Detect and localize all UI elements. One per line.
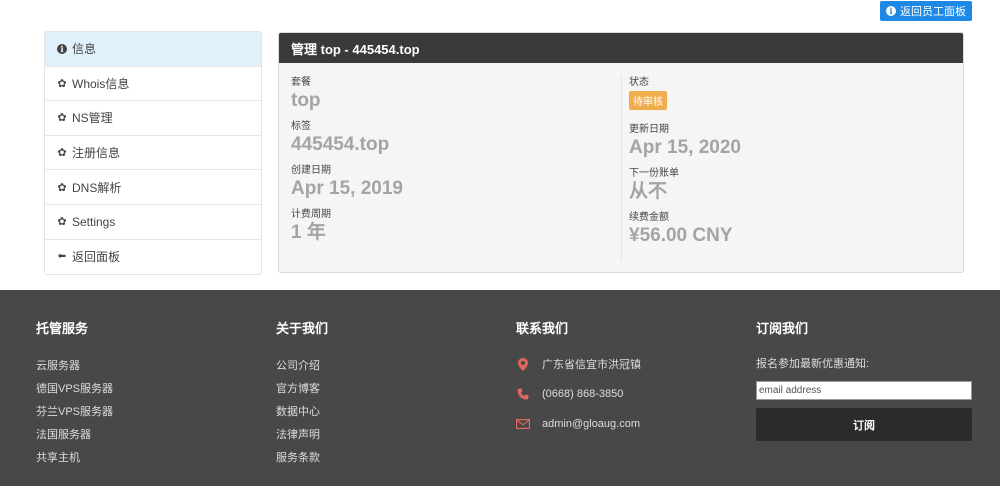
- sidebar-item-label: 注册信息: [72, 146, 121, 161]
- envelope-icon: [516, 419, 530, 429]
- footer-link-finland-vps[interactable]: 芬兰VPS服务器: [36, 401, 113, 424]
- panel-body: 套餐 top 标签 445454.top 创建日期 Apr 15, 2019 计…: [279, 63, 963, 272]
- sidebar-item-dns[interactable]: ✿ DNS解析: [45, 170, 261, 205]
- footer-link-france-server[interactable]: 法国服务器: [36, 424, 113, 447]
- map-marker-icon: [516, 357, 530, 371]
- sidebar-item-label: 信息: [72, 42, 97, 57]
- sidebar: i 信息 ✿ Whois信息 ✿ NS管理 ✿ 注册信息 ✿ DNS解析 ✿ S…: [44, 31, 262, 276]
- sidebar-item-label: 返回面板: [72, 250, 121, 265]
- sidebar-item-info[interactable]: i 信息: [45, 32, 261, 67]
- footer-link-germany-vps[interactable]: 德国VPS服务器: [36, 378, 113, 401]
- status-label: 状态: [629, 77, 649, 88]
- footer-link-datacenter[interactable]: 数据中心: [276, 401, 328, 424]
- arrow-left-icon: ⬅: [57, 251, 67, 263]
- phone-icon: [516, 388, 530, 400]
- billing-cycle-label: 计费周期: [291, 209, 331, 220]
- next-invoice-label: 下一份账单: [629, 168, 679, 179]
- footer-link-cloud-server[interactable]: 云服务器: [36, 355, 113, 378]
- panel-title: 管理 top - 445454.top: [279, 33, 963, 63]
- footer-link-shared-hosting[interactable]: 共享主机: [36, 447, 113, 470]
- billing-cycle-value: 1 年: [291, 222, 326, 243]
- contact-email[interactable]: admin@gloaug.com: [516, 409, 641, 439]
- sidebar-item-ns-management[interactable]: ✿ NS管理: [45, 101, 261, 136]
- back-to-staff-panel-label: 返回员工面板: [900, 6, 966, 18]
- sidebar-item-label: NS管理: [72, 111, 113, 126]
- domain-overview-panel: 管理 top - 445454.top 套餐 top 标签 445454.top…: [278, 32, 964, 273]
- footer-about-title: 关于我们: [276, 321, 329, 336]
- contact-address: 广东省信宜市洪冠镇: [516, 349, 641, 379]
- renewal-amount-label: 续费金额: [629, 212, 669, 223]
- footer-contact-title: 联系我们: [516, 321, 569, 336]
- gear-icon: ✿: [57, 216, 67, 229]
- footer-link-terms[interactable]: 服务条款: [276, 447, 328, 470]
- contact-phone-text: (0668) 868-3850: [542, 388, 624, 400]
- sidebar-item-label: Whois信息: [72, 76, 130, 91]
- contact-address-text: 广东省信宜市洪冠镇: [542, 359, 641, 371]
- tag-label: 标签: [291, 121, 311, 132]
- sidebar-item-label: DNS解析: [72, 180, 122, 195]
- tag-value: 445454.top: [291, 134, 390, 155]
- sidebar-item-settings[interactable]: ✿ Settings: [45, 205, 261, 240]
- footer-link-company[interactable]: 公司介绍: [276, 355, 328, 378]
- footer-about: 关于我们 公司介绍 官方博客 数据中心 法律声明 服务条款: [276, 318, 328, 470]
- footer-link-blog[interactable]: 官方博客: [276, 378, 328, 401]
- gear-icon: ✿: [57, 77, 67, 90]
- footer-hosting-title: 托管服务: [36, 321, 89, 336]
- contact-email-text[interactable]: admin@gloaug.com: [542, 418, 640, 430]
- gear-icon: ✿: [57, 112, 67, 125]
- footer-contact: 联系我们 广东省信宜市洪冠镇 (0668) 868-3850 admin@glo…: [516, 318, 641, 439]
- renewal-amount-value: ¥56.00 CNY: [629, 225, 733, 246]
- update-date-label: 更新日期: [629, 124, 669, 135]
- contact-phone: (0668) 868-3850: [516, 379, 641, 409]
- footer-link-legal[interactable]: 法律声明: [276, 424, 328, 447]
- footer-subscribe-title: 订阅我们: [756, 321, 809, 336]
- email-input[interactable]: [756, 381, 972, 400]
- info-icon: i: [886, 6, 896, 16]
- package-label: 套餐: [291, 77, 311, 88]
- back-to-staff-panel-button[interactable]: i 返回员工面板: [880, 1, 972, 21]
- gear-icon: ✿: [57, 147, 67, 160]
- sidebar-item-whois[interactable]: ✿ Whois信息: [45, 67, 261, 102]
- created-date-label: 创建日期: [291, 165, 331, 176]
- package-value: top: [291, 90, 321, 111]
- subscribe-description: 报名参加最新优惠通知:: [756, 358, 870, 370]
- status-badge: 待审核: [629, 91, 667, 110]
- created-date-value: Apr 15, 2019: [291, 178, 403, 199]
- footer: 托管服务 云服务器 德国VPS服务器 芬兰VPS服务器 法国服务器 共享主机 关…: [0, 290, 1000, 486]
- gear-icon: ✿: [57, 181, 67, 194]
- info-column-left: 套餐 top 标签 445454.top 创建日期 Apr 15, 2019 计…: [291, 69, 621, 245]
- info-icon: i: [57, 43, 67, 54]
- update-date-value: Apr 15, 2020: [629, 137, 741, 158]
- column-divider: [621, 75, 622, 261]
- subscribe-button[interactable]: 订阅: [756, 408, 972, 441]
- sidebar-item-registration-info[interactable]: ✿ 注册信息: [45, 136, 261, 171]
- footer-hosting: 托管服务 云服务器 德国VPS服务器 芬兰VPS服务器 法国服务器 共享主机: [36, 318, 113, 470]
- next-invoice-value: 从不: [629, 181, 668, 202]
- footer-subscribe: 订阅我们 报名参加最新优惠通知: 订阅: [756, 318, 972, 441]
- sidebar-item-back[interactable]: ⬅ 返回面板: [45, 240, 261, 275]
- sidebar-item-label: Settings: [72, 214, 116, 229]
- info-column-right: 状态 待审核 更新日期 Apr 15, 2020 下一份账单 从不 续费金额 ¥…: [629, 69, 949, 248]
